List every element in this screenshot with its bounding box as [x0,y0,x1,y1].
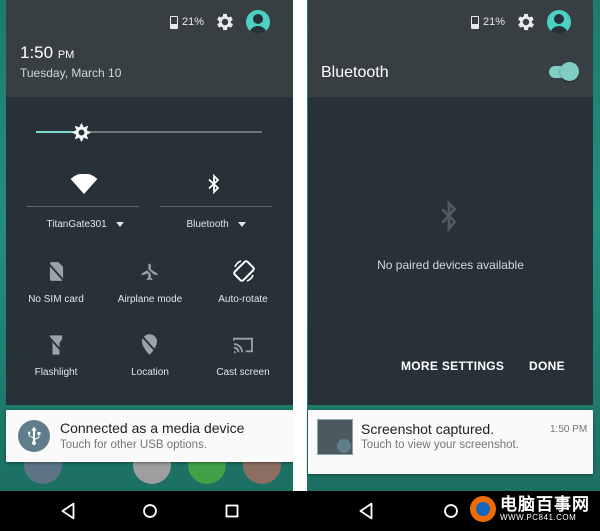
clock-ampm: PM [57,49,75,61]
screenshot-thumbnail [317,419,353,455]
battery-icon [471,15,479,29]
done-button[interactable]: DONE [529,359,565,373]
bluetooth-empty-icon [441,200,457,233]
usb-notification-title: Connected as a media device [60,420,245,436]
back-icon[interactable] [355,500,377,522]
bluetooth-panel-title: Bluetooth [321,64,389,81]
flashlight-tile-label[interactable]: Flashlight [6,367,106,378]
wifi-dropdown-icon[interactable] [115,221,124,227]
bluetooth-dropdown-icon[interactable] [237,221,246,227]
tile-divider [160,206,272,207]
settings-gear-icon[interactable] [214,11,236,33]
back-icon[interactable] [57,500,79,522]
wifi-icon[interactable] [70,174,98,194]
home-icon[interactable] [440,500,462,522]
airplane-icon[interactable] [140,262,160,282]
flashlight-off-icon[interactable] [49,335,63,355]
home-icon[interactable] [139,500,161,522]
watermark-url: WWW.PC841.COM [500,513,577,522]
usb-notification-text: Touch for other USB options. [60,439,208,451]
settings-gear-icon[interactable] [515,11,537,33]
airplane-mode-tile-label[interactable]: Airplane mode [100,294,200,305]
clock-time: 1:50 PM [20,43,74,63]
bluetooth-toggle-thumb[interactable] [560,62,579,81]
tile-divider [27,206,139,207]
battery-icon [170,15,178,29]
location-off-icon[interactable] [142,334,157,355]
no-devices-text: No paired devices available [377,258,524,272]
date-text: Tuesday, March 10 [20,66,122,80]
battery-percent: 21% [182,16,205,28]
recents-icon[interactable] [221,500,243,522]
bluetooth-icon[interactable] [208,174,220,194]
quick-settings-panel [6,97,294,405]
bluetooth-tile[interactable]: Bluetooth [160,219,272,230]
watermark: 电脑百事网 WWW.PC841.COM [470,496,590,522]
cast-screen-tile-label[interactable]: Cast screen [193,367,293,378]
user-avatar-icon[interactable] [246,10,271,34]
no-sim-tile-label[interactable]: No SIM card [6,294,106,305]
auto-rotate-icon[interactable] [232,259,256,283]
screenshot-notification-title: Screenshot captured. [361,421,495,437]
watermark-text: 电脑百事网 [500,495,590,514]
usb-icon [18,420,50,452]
bluetooth-label: Bluetooth [186,219,229,230]
wifi-network-label: TitanGate301 [46,219,107,230]
status-bar: 21% [170,10,271,34]
screenshot-notification-text: Touch to view your screenshot. [361,439,519,451]
wifi-tile[interactable]: TitanGate301 [30,219,140,230]
user-avatar-icon[interactable] [547,10,572,34]
status-bar: 21% [471,10,572,34]
location-tile-label[interactable]: Location [100,367,200,378]
screenshot-notification-time: 1:50 PM [550,424,588,435]
cast-icon[interactable] [232,336,254,354]
battery-percent: 21% [483,16,506,28]
more-settings-button[interactable]: MORE SETTINGS [401,359,504,373]
sim-card-off-icon[interactable] [49,262,64,281]
watermark-logo-icon [470,496,496,522]
brightness-thumb-icon[interactable] [71,123,91,142]
auto-rotate-tile-label[interactable]: Auto-rotate [193,294,293,305]
screen-divider [293,0,307,531]
clock-time-value: 1:50 [20,43,54,62]
